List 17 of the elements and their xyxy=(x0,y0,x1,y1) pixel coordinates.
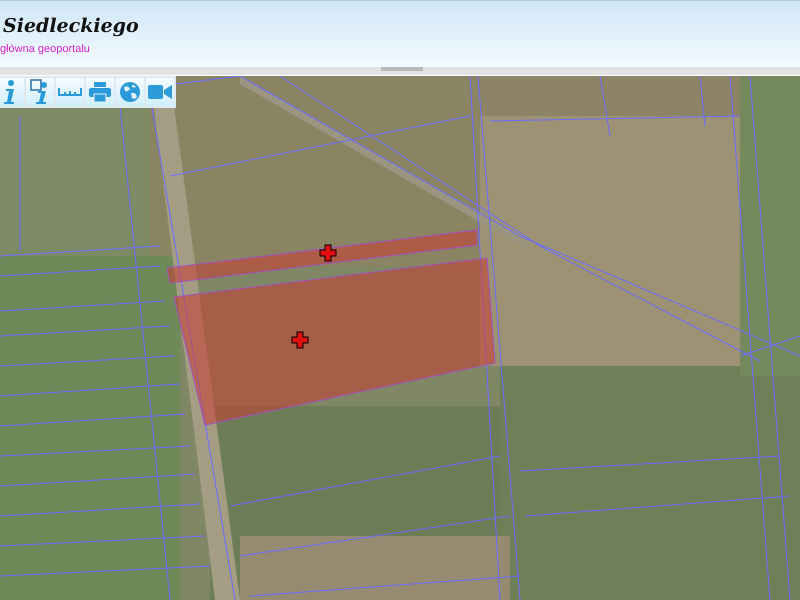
print-button[interactable] xyxy=(86,78,114,106)
highlighted-parcel[interactable] xyxy=(166,229,478,284)
globe-button[interactable] xyxy=(116,78,144,106)
splitter-handle[interactable] xyxy=(380,67,422,71)
print-icon xyxy=(89,82,111,102)
cross-marker-icon xyxy=(292,332,308,348)
info-button[interactable] xyxy=(0,78,24,106)
site-title: Siedleckiego xyxy=(3,15,140,37)
home-link[interactable]: główna geoportalu xyxy=(0,43,90,55)
cross-marker-icon xyxy=(320,244,336,262)
measure-button[interactable] xyxy=(56,78,84,106)
video-camera-icon xyxy=(148,84,172,100)
video-button[interactable] xyxy=(146,78,174,106)
info-icon xyxy=(3,80,17,104)
globe-icon xyxy=(119,81,141,103)
ruler-icon xyxy=(58,88,82,96)
info-select-button[interactable] xyxy=(26,78,54,106)
